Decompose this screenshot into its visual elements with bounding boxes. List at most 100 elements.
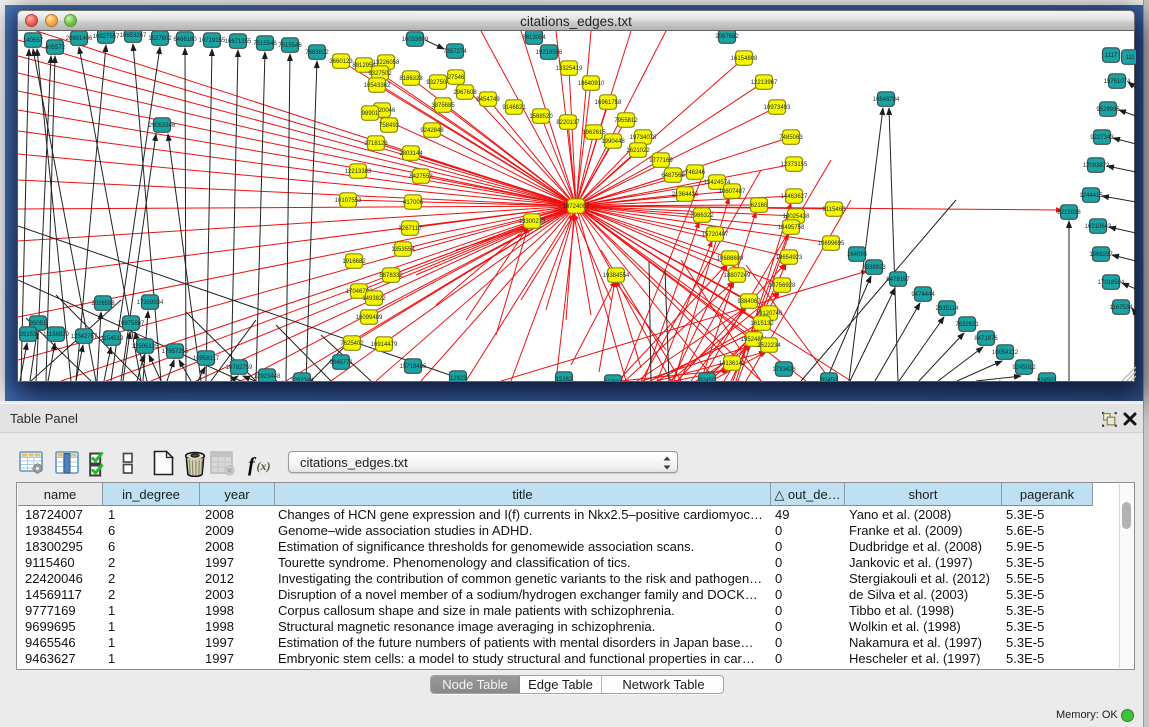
svg-text:9327502: 9327502 — [368, 71, 392, 77]
svg-text:10973493: 10973493 — [764, 105, 791, 111]
svg-text:8813054: 8813054 — [522, 35, 546, 41]
svg-text:8427552: 8427552 — [409, 174, 433, 180]
svg-text:9384067: 9384067 — [737, 299, 761, 305]
svg-text:8471876: 8471876 — [974, 336, 998, 342]
svg-text:16914479: 16914479 — [371, 342, 398, 348]
svg-text:1588520: 1588520 — [529, 114, 553, 120]
svg-text:16210643: 16210643 — [1085, 224, 1112, 230]
svg-text:1527602: 1527602 — [148, 36, 172, 42]
svg-text:12093872: 12093872 — [1083, 163, 1110, 169]
svg-text:8878332: 8878332 — [379, 273, 403, 279]
svg-text:8186328: 8186328 — [399, 76, 423, 82]
svg-text:9474444: 9474444 — [911, 292, 935, 298]
svg-text:2967608: 2967608 — [453, 90, 477, 96]
svg-text:16154808: 16154808 — [731, 56, 758, 62]
svg-text:1916682: 1916682 — [342, 259, 366, 265]
svg-text:14136141: 14136141 — [719, 361, 746, 367]
svg-text:1244415: 1244415 — [1079, 193, 1103, 199]
svg-text:6487568: 6487568 — [661, 173, 685, 179]
svg-text:1569297: 1569297 — [1089, 252, 1113, 258]
svg-text:10958117: 10958117 — [193, 356, 220, 362]
svg-text:11156829: 11156829 — [43, 332, 69, 338]
svg-text:1353554: 1353554 — [391, 247, 415, 253]
svg-text:9242848: 9242848 — [420, 128, 444, 134]
svg-text:13300273: 13300273 — [519, 219, 546, 225]
svg-text:10543362: 10543362 — [364, 83, 391, 89]
svg-text:9245012: 9245012 — [1012, 365, 1036, 371]
svg-text:27546: 27546 — [448, 75, 465, 81]
svg-text:7663822: 7663822 — [305, 50, 329, 56]
svg-text:9227343: 9227343 — [1090, 135, 1114, 141]
svg-text:15720407: 15720407 — [702, 232, 729, 238]
svg-text:1621022: 1621022 — [626, 148, 650, 154]
svg-text:92450: 92450 — [699, 378, 716, 381]
svg-text:20691406: 20691406 — [66, 36, 93, 42]
svg-text:14463627: 14463627 — [781, 194, 808, 200]
svg-text:1117: 1117 — [1105, 53, 1118, 59]
svg-text:1733426: 1733426 — [772, 367, 796, 373]
svg-text:140557: 140557 — [23, 38, 44, 44]
svg-text:10782759: 10782759 — [226, 365, 253, 371]
svg-text:924501: 924501 — [1037, 378, 1058, 381]
svg-text:16099489: 16099489 — [356, 315, 383, 321]
svg-text:1167534: 1167534 — [1110, 305, 1134, 311]
svg-text:19384554: 19384554 — [603, 273, 630, 279]
svg-text:417006: 417006 — [403, 200, 424, 206]
svg-text:9529996: 9529996 — [1096, 107, 1120, 113]
svg-text:111: 111 — [1125, 55, 1135, 61]
svg-text:2935114: 2935114 — [936, 306, 960, 312]
svg-text:10648784: 10648784 — [873, 97, 900, 103]
svg-text:13325419: 13325419 — [556, 66, 583, 72]
svg-text:7986322: 7986322 — [690, 213, 714, 219]
svg-text:17957255: 17957255 — [162, 349, 189, 355]
svg-text:405572: 405572 — [45, 45, 66, 51]
svg-text:7485063: 7485063 — [779, 135, 803, 141]
svg-text:10719155: 10719155 — [199, 38, 226, 44]
svg-text:164095: 164095 — [847, 252, 868, 258]
svg-text:9115460: 9115460 — [823, 207, 847, 213]
svg-text:10688609: 10688609 — [717, 256, 744, 262]
svg-text:15751074: 15751074 — [1104, 79, 1131, 85]
svg-text:1493822: 1493822 — [362, 296, 386, 302]
svg-text:746246: 746246 — [685, 170, 706, 176]
svg-text:8215938: 8215938 — [1057, 210, 1081, 216]
svg-text:3267110: 3267110 — [399, 226, 423, 232]
svg-text:17359934: 17359934 — [137, 300, 164, 306]
svg-text:1962615: 1962615 — [582, 130, 606, 136]
svg-text:15718485: 15718485 — [400, 364, 427, 370]
svg-text:29053346: 29053346 — [149, 123, 176, 129]
svg-text:8220137: 8220137 — [556, 120, 580, 126]
svg-text:13226058: 13226058 — [373, 60, 400, 66]
svg-text:12213383: 12213383 — [345, 169, 372, 175]
svg-text:18807249: 18807249 — [724, 273, 751, 279]
svg-text:12213967: 12213967 — [751, 80, 778, 86]
svg-text:16927557: 16927557 — [93, 34, 120, 40]
svg-text:10653267: 10653267 — [120, 33, 147, 39]
svg-text:2718126: 2718126 — [364, 141, 388, 147]
svg-text:2522234: 2522234 — [757, 343, 781, 349]
svg-text:19734078: 19734078 — [630, 135, 657, 141]
svg-text:1154519: 1154519 — [101, 336, 125, 342]
svg-text:10699695: 10699695 — [818, 241, 845, 247]
svg-text:9146821: 9146821 — [502, 105, 526, 111]
svg-text:39153: 39153 — [20, 332, 37, 338]
svg-text:758493: 758493 — [379, 123, 400, 129]
svg-text:18640910: 18640910 — [578, 81, 605, 87]
svg-text:9845771: 9845771 — [329, 360, 353, 366]
svg-text:12923: 12923 — [450, 376, 467, 381]
svg-text:7357274: 7357274 — [443, 49, 467, 55]
svg-text:1615132: 1615132 — [750, 321, 774, 327]
svg-text:6466160: 6466160 — [173, 37, 197, 43]
svg-text:2087682: 2087682 — [715, 34, 739, 40]
svg-text:16671355: 16671355 — [225, 39, 252, 45]
svg-text:9777169: 9777169 — [649, 158, 673, 164]
svg-text:15162: 15162 — [556, 377, 573, 381]
svg-text:12342757: 12342757 — [71, 334, 98, 340]
svg-text:17018504: 17018504 — [1098, 280, 1125, 286]
svg-text:8938923: 8938923 — [862, 265, 886, 271]
svg-text:21364436: 21364436 — [672, 192, 699, 198]
svg-text:62160: 62160 — [751, 203, 768, 209]
svg-text:12373155: 12373155 — [781, 162, 808, 168]
svg-text:2803144: 2803144 — [399, 151, 423, 157]
svg-text:18495758: 18495758 — [778, 225, 805, 231]
